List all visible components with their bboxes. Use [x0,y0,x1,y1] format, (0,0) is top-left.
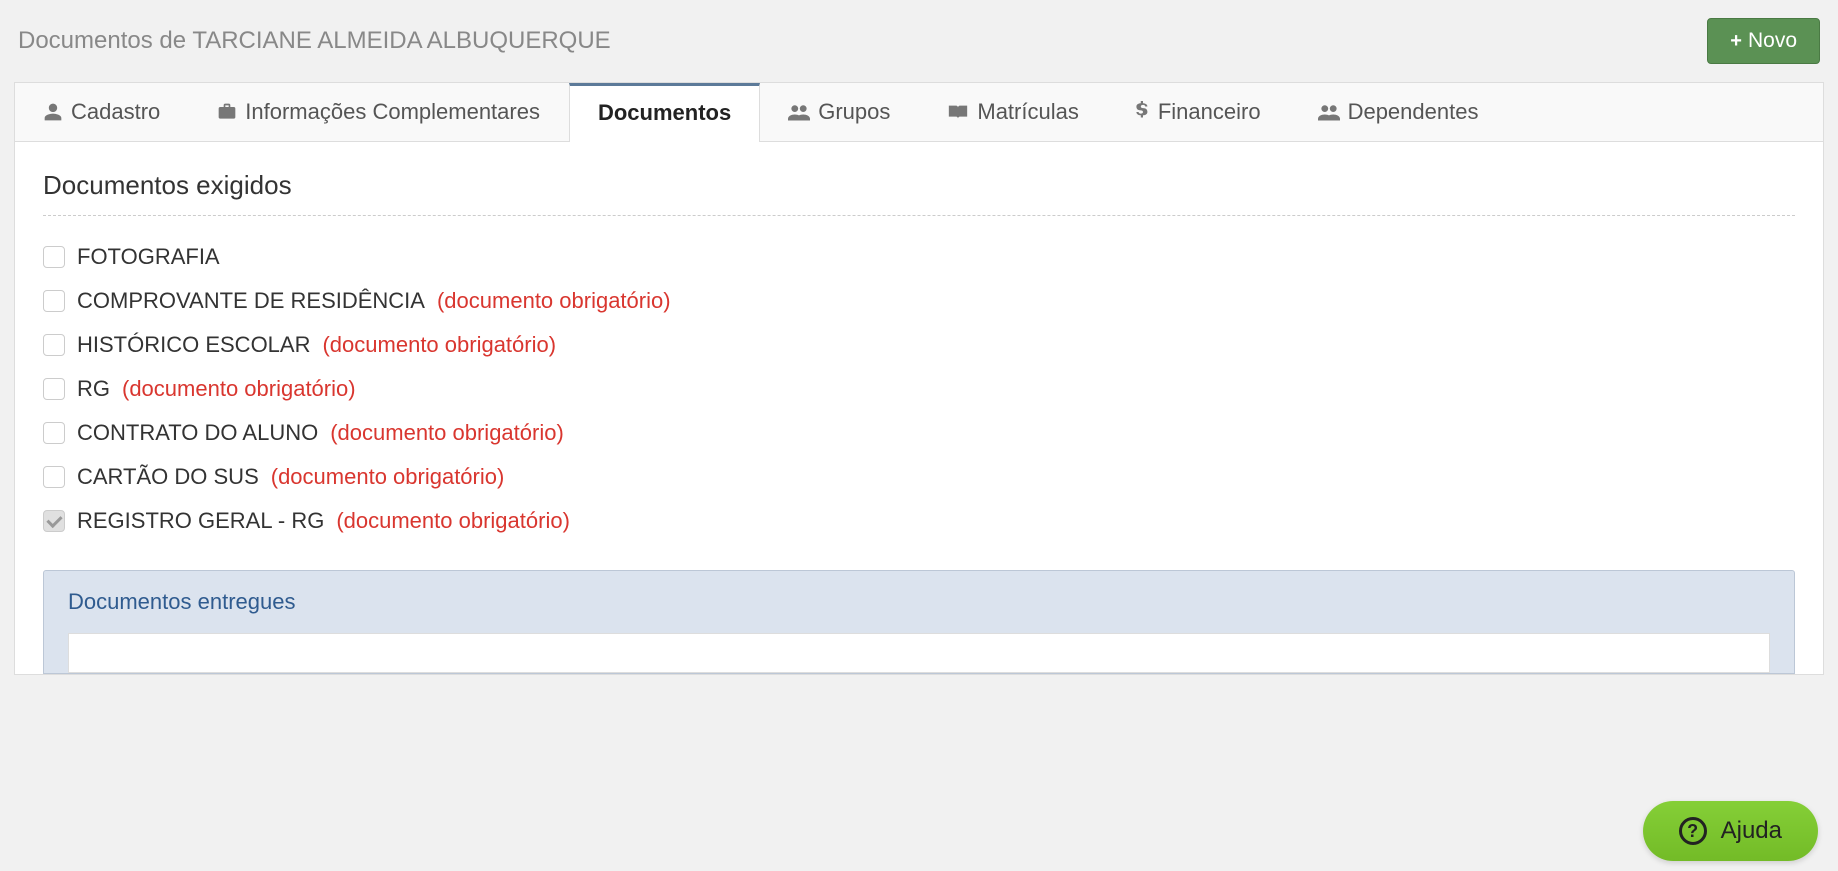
tab-informacoes-complementares[interactable]: Informações Complementares [189,83,569,141]
document-item: FOTOGRAFIA [43,244,1795,270]
new-button[interactable]: + Novo [1707,18,1820,64]
document-item: REGISTRO GERAL - RG (documento obrigatór… [43,508,1795,534]
required-note: (documento obrigatório) [336,508,570,534]
tab-dependentes[interactable]: Dependentes [1290,83,1508,141]
document-item: HISTÓRICO ESCOLAR (documento obrigatório… [43,332,1795,358]
document-label: REGISTRO GERAL - RG [77,508,324,534]
document-item: RG (documento obrigatório) [43,376,1795,402]
tab-grupos[interactable]: Grupos [760,83,919,141]
document-checkbox[interactable] [43,510,65,532]
tab-label: Documentos [598,100,731,126]
plus-icon: + [1730,31,1742,51]
tab-label: Informações Complementares [245,99,540,125]
document-item: COMPROVANTE DE RESIDÊNCIA (documento obr… [43,288,1795,314]
tab-cadastro[interactable]: Cadastro [15,83,189,141]
document-label: FOTOGRAFIA [77,244,220,270]
tab-label: Cadastro [71,99,160,125]
section-heading: Documentos exigidos [43,170,1795,216]
delivered-heading: Documentos entregues [44,571,1794,633]
document-item: CARTÃO DO SUS (documento obrigatório) [43,464,1795,490]
document-checkbox[interactable] [43,290,65,312]
required-note: (documento obrigatório) [322,332,556,358]
document-label: COMPROVANTE DE RESIDÊNCIA [77,288,425,314]
help-button[interactable]: ? Ajuda [1643,801,1818,861]
tab-label: Grupos [818,99,890,125]
document-label: RG [77,376,110,402]
document-checkbox[interactable] [43,378,65,400]
required-note: (documento obrigatório) [122,376,356,402]
document-label: CARTÃO DO SUS [77,464,259,490]
required-note: (documento obrigatório) [330,420,564,446]
document-checkbox[interactable] [43,466,65,488]
required-note: (documento obrigatório) [271,464,505,490]
document-checkbox[interactable] [43,246,65,268]
briefcase-icon [217,102,237,122]
users-icon [1318,102,1340,122]
users-icon [788,102,810,122]
delivered-body [68,633,1770,673]
book-icon [947,103,969,121]
main-panel: Cadastro Informações Complementares Docu… [14,82,1824,675]
document-checkbox[interactable] [43,422,65,444]
help-label: Ajuda [1721,817,1782,845]
dollar-icon [1136,101,1150,123]
page-title: Documentos de TARCIANE ALMEIDA ALBUQUERQ… [18,27,611,55]
document-checkbox[interactable] [43,334,65,356]
required-note: (documento obrigatório) [437,288,671,314]
tab-label: Matrículas [977,99,1078,125]
documents-section: Documentos exigidos FOTOGRAFIA COMPROVAN… [15,142,1823,534]
help-icon: ? [1679,817,1707,845]
document-item: CONTRATO DO ALUNO (documento obrigatório… [43,420,1795,446]
tab-label: Dependentes [1348,99,1479,125]
tabs-bar: Cadastro Informações Complementares Docu… [15,83,1823,142]
tab-label: Financeiro [1158,99,1261,125]
user-icon [43,102,63,122]
tab-financeiro[interactable]: Financeiro [1108,83,1290,141]
document-label: CONTRATO DO ALUNO [77,420,318,446]
tab-matriculas[interactable]: Matrículas [919,83,1107,141]
document-label: HISTÓRICO ESCOLAR [77,332,310,358]
document-list: FOTOGRAFIA COMPROVANTE DE RESIDÊNCIA (do… [43,244,1795,534]
new-button-label: Novo [1748,29,1797,53]
delivered-panel: Documentos entregues [43,570,1795,674]
tab-documentos[interactable]: Documentos [569,83,760,142]
